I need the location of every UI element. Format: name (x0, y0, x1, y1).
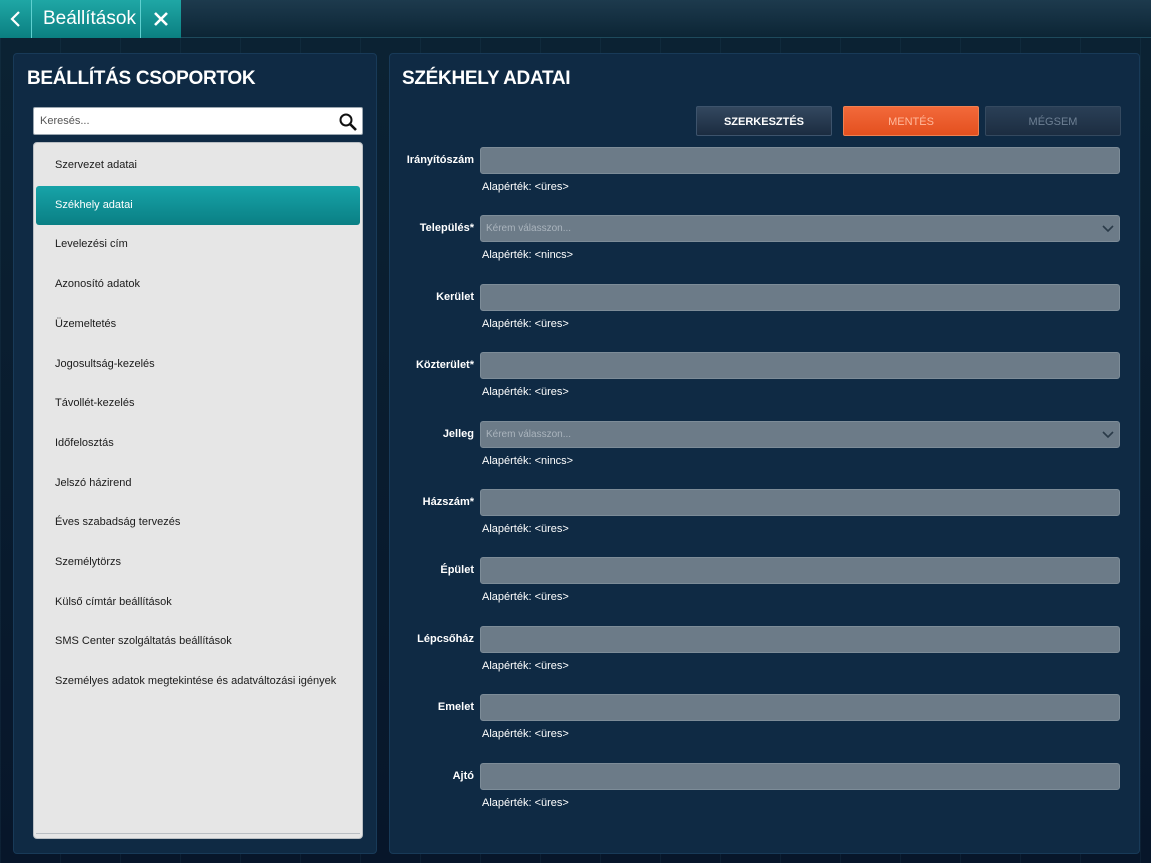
building-input[interactable] (480, 557, 1120, 585)
select-placeholder: Kérem válasszon... (486, 223, 572, 235)
zip-code-label: Irányítószám (406, 154, 474, 166)
street-type-select[interactable]: Kérem válasszon... (480, 420, 1120, 448)
settings-group-item[interactable]: Jelszó házirend (36, 464, 360, 503)
street-input[interactable] (480, 352, 1120, 380)
district-label: Kerület (436, 290, 474, 303)
search-input[interactable] (36, 110, 332, 132)
settings-group-item[interactable]: Időfelosztás (36, 424, 360, 463)
staircase-label: Lépcsőház (417, 632, 474, 645)
house-number-default-value: Alapérték: <üres> (482, 523, 569, 535)
panel-title: SZÉKHELY ADATAI (402, 68, 571, 89)
floor-default-value: Alapérték: <üres> (482, 728, 569, 741)
settings-group-item[interactable]: Székhely adatai (36, 185, 360, 225)
settings-group-item[interactable]: Üzemeltetés (36, 305, 360, 344)
panel-title: BEÁLLÍTÁS CSOPORTOK (27, 68, 256, 89)
street-type-default-value: Alapérték: <nincs> (482, 454, 574, 467)
zip-code-default-value: Alapérték: <üres> (482, 181, 569, 193)
back-button[interactable] (0, 0, 32, 38)
save-button[interactable]: MENTÉS (843, 106, 979, 136)
chevron-left-icon (9, 11, 20, 27)
settings-group-item[interactable]: Azonosító adatok (36, 265, 360, 304)
building-label: Épület (440, 564, 474, 577)
search-icon[interactable] (338, 112, 358, 132)
chevron-down-icon (1102, 225, 1114, 233)
settings-detail-panel: SZÉKHELY ADATAI SZERKESZTÉS MENTÉS MÉGSE… (389, 53, 1140, 854)
district-default-value: Alapérték: <üres> (482, 317, 569, 330)
settings-group-item[interactable]: Távollét-kezelés (36, 384, 360, 423)
door-input[interactable] (480, 762, 1120, 790)
select-placeholder: Kérem válasszon... (486, 428, 572, 440)
settings-group-item[interactable]: SMS Center szolgáltatás beállítások (36, 622, 360, 661)
house-number-input[interactable] (480, 489, 1120, 516)
settings-group-item[interactable]: Jogosultság-kezelés (36, 345, 360, 384)
house-number-label: Házszám* (422, 496, 474, 508)
search-box (33, 107, 363, 135)
staircase-input[interactable] (480, 625, 1120, 653)
street-type-label: Jelleg (442, 427, 474, 440)
settings-group-list: Szervezet adatai Székhely adatai Levelezés… (33, 142, 363, 839)
building-default-value: Alapérték: <üres> (482, 591, 569, 604)
street-label: Közterület* (415, 359, 474, 372)
city-select[interactable]: Kérem válasszon... (480, 215, 1120, 243)
cancel-button[interactable]: MÉGSEM (985, 106, 1121, 136)
close-button[interactable] (140, 0, 181, 38)
settings-group-item[interactable]: Személytörzs (36, 543, 360, 582)
settings-group-item[interactable]: Éves szabadság tervezés (36, 503, 360, 542)
settings-group-item[interactable]: Külső címtár beállítások (36, 583, 360, 622)
window-title: Beállítások (32, 0, 140, 38)
close-icon (154, 12, 168, 26)
staircase-default-value: Alapérték: <üres> (482, 659, 569, 672)
settings-groups-panel: BEÁLLÍTÁS CSOPORTOK Szervezet adataiSzék… (13, 53, 377, 854)
district-input[interactable] (480, 283, 1120, 311)
floor-label: Emelet (437, 701, 474, 714)
list-divider (36, 833, 360, 838)
top-bar: Beállítások (0, 0, 1151, 38)
chevron-down-icon (1102, 431, 1114, 438)
edit-button[interactable]: SZERKESZTÉS (696, 106, 832, 136)
city-label: Település* (419, 222, 474, 235)
door-label: Ajtó (452, 769, 474, 782)
door-default-value: Alapérték: <üres> (482, 796, 569, 809)
settings-group-item[interactable]: Személyes adatok megtekintése és adatvál… (36, 662, 360, 701)
city-default-value: Alapérték: <nincs> (482, 249, 574, 262)
street-default-value: Alapérték: <üres> (482, 386, 569, 399)
settings-group-item[interactable]: Szervezet adatai (36, 146, 360, 185)
floor-input[interactable] (480, 694, 1120, 722)
zip-code-input[interactable] (480, 147, 1120, 174)
settings-group-item[interactable]: Levelezési cím (36, 225, 360, 264)
